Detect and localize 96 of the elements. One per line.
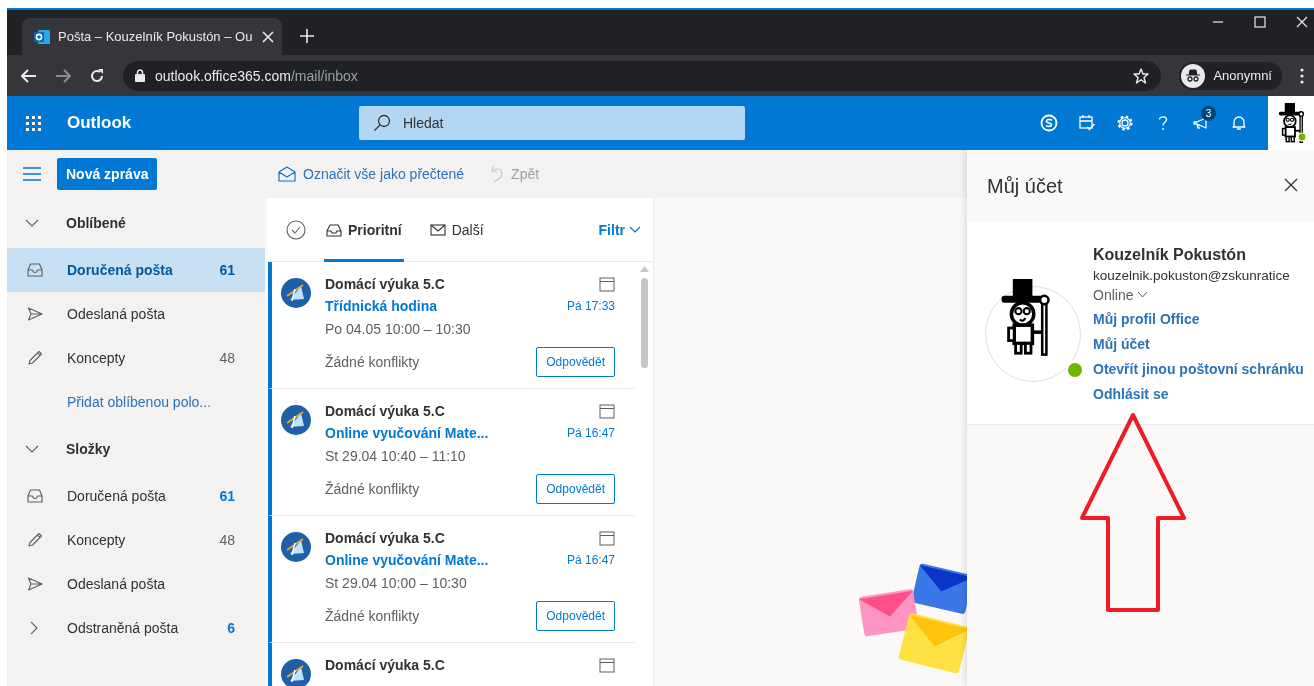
add-favorite-link[interactable]: Přidat oblíbenou polo... (7, 380, 265, 424)
ruler-compass-avatar-icon (281, 278, 311, 308)
settings-icon[interactable] (1116, 114, 1134, 132)
account-link[interactable]: Můj účet (1093, 331, 1304, 357)
folder-label: Odeslaná pošta (67, 306, 167, 322)
folder-item[interactable]: Koncepty 48 (7, 336, 265, 380)
inbox-tray-icon (326, 221, 342, 238)
reply-button[interactable]: Odpovědět (536, 601, 615, 631)
reload-icon[interactable] (89, 67, 105, 84)
url-text: outlook.office365.com/mail/inbox (155, 67, 359, 84)
reply-button[interactable]: Odpovědět (536, 474, 615, 504)
folder-item[interactable]: Odeslaná pošta (7, 292, 265, 336)
message-time: Pá 16:47 (566, 553, 615, 567)
search-field[interactable]: Hledat (359, 106, 745, 140)
calendar-check-icon[interactable] (1078, 114, 1096, 132)
event-time: Po 04.05 10:00 – 10:30 (325, 320, 472, 339)
ruler-compass-avatar-icon (281, 532, 311, 562)
new-message-button[interactable]: Nová zpráva (57, 158, 158, 190)
chevron-down-icon (629, 225, 641, 234)
wizard-avatar-icon[interactable] (1276, 103, 1306, 143)
scrollbar-thumb[interactable] (640, 278, 648, 368)
account-link[interactable]: Můj profil Office (1093, 306, 1304, 332)
menu-icon[interactable] (23, 167, 41, 181)
folder-label: Odstraněná pošta (67, 620, 180, 636)
folder-item[interactable]: Doručená pošta 61 (7, 248, 265, 292)
calendar-icon (599, 657, 615, 673)
outlook-logo-icon (34, 28, 50, 45)
account-name: Kouzelník Pokustón (1093, 245, 1247, 264)
skype-icon[interactable] (1040, 114, 1058, 132)
unread-count: 6 (227, 620, 235, 636)
folder-label: Koncepty (67, 532, 127, 548)
lock-icon (135, 69, 145, 82)
incognito-profile-button[interactable]: Anonymní (1179, 61, 1282, 90)
inbox-tab[interactable]: Další (427, 198, 486, 262)
unread-count: 48 (219, 532, 235, 548)
incognito-icon (1181, 63, 1206, 88)
panel-title: Můj účet (987, 174, 1063, 198)
new-tab-icon[interactable] (300, 29, 314, 43)
folder-label: Odeslaná pošta (67, 576, 167, 592)
folder-label: Koncepty (67, 350, 127, 366)
mark-all-read-button[interactable]: Označit vše jako přečtené (278, 166, 465, 182)
select-all-check-icon[interactable] (286, 219, 306, 240)
message-subject: Online vyučování Mate... (325, 425, 489, 441)
folder-label: Doručená pošta (67, 262, 174, 278)
event-time: St 29.04 10:40 – 11:10 (325, 447, 467, 466)
sender-name: Domácí výuka 5.C (325, 403, 445, 419)
conflict-status: Žádné konflikty (325, 354, 420, 370)
sender-name: Domácí výuka 5.C (325, 530, 445, 546)
chevron-down-icon (1137, 291, 1149, 298)
notifications-icon[interactable] (1230, 114, 1248, 132)
folder-item[interactable]: Koncepty 48 (7, 518, 265, 562)
unread-count: 61 (219, 262, 235, 278)
address-bar[interactable]: outlook.office365.com/mail/inbox (123, 60, 1162, 91)
maximize-icon[interactable] (1254, 16, 1266, 28)
app-launcher-icon[interactable] (25, 115, 41, 131)
account-email: kouzelnik.pokuston@zskunratice (1093, 267, 1291, 283)
ruler-compass-avatar-icon (281, 405, 311, 435)
app-name[interactable]: Outlook (59, 113, 359, 133)
more-icon[interactable] (1300, 67, 1304, 84)
event-time: St 29.04 10:00 – 10:30 (325, 574, 468, 593)
calendar-icon (599, 530, 615, 546)
message-subject: Online vyučování Mate... (325, 552, 489, 568)
calendar-icon (599, 403, 615, 419)
unread-count: 48 (219, 350, 235, 366)
browser-tab[interactable]: Pošta – Kouzelník Pokustón – Ou (22, 18, 282, 55)
inbox-tab[interactable]: Prioritní (324, 198, 404, 262)
folder-item[interactable]: Odeslaná pošta (7, 562, 265, 606)
open-envelope-icon (278, 166, 296, 182)
folder-label: Doručená pošta (67, 488, 167, 504)
star-icon[interactable] (1133, 67, 1150, 84)
back-arrow-icon[interactable] (21, 68, 37, 83)
sender-name: Domácí výuka 5.C (325, 276, 445, 292)
close-icon[interactable] (1284, 177, 1298, 192)
envelope-icon (429, 221, 446, 238)
account-link[interactable]: Odhlásit se (1093, 381, 1304, 407)
filter-button[interactable]: Filtr (598, 221, 641, 238)
tab-title: Pošta – Kouzelník Pokustón – Ou (58, 29, 254, 44)
search-icon (373, 114, 391, 132)
undo-icon (488, 165, 505, 183)
notification-badge: 3 (1201, 106, 1216, 121)
conflict-status: Žádné konflikty (325, 481, 420, 497)
message-time: Pá 17:33 (566, 299, 615, 313)
forward-arrow-icon (55, 68, 71, 83)
conflict-status: Žádné konflikty (325, 608, 420, 624)
unread-count: 61 (219, 488, 235, 504)
message-subject: Třídnická hodina (325, 298, 437, 314)
reply-button[interactable]: Odpovědět (536, 347, 615, 377)
folder-item[interactable]: Doručená pošta 61 (7, 474, 265, 518)
message-time: Pá 16:47 (566, 426, 615, 440)
sender-name: Domácí výuka 5.C (325, 657, 445, 673)
presence-dropdown[interactable]: Online (1093, 286, 1304, 303)
calendar-icon (599, 276, 615, 292)
section-title[interactable]: Oblíbené (66, 215, 126, 231)
folder-item[interactable]: Odstraněná pošta 6 (7, 606, 265, 650)
account-link[interactable]: Otevřít jinou poštovní schránku (1093, 356, 1304, 382)
section-title[interactable]: Složky (66, 441, 111, 457)
